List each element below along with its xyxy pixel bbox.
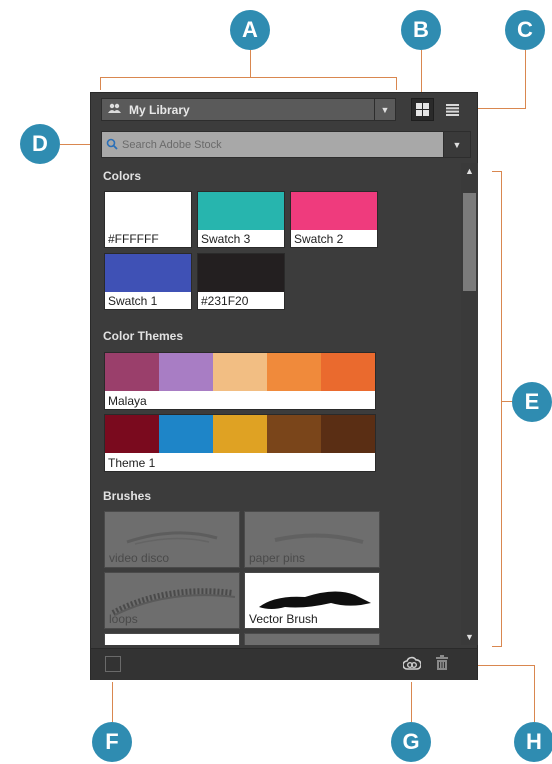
swatch-label: Swatch 2 — [294, 232, 344, 246]
search-field[interactable]: ▼ — [101, 131, 471, 158]
swatch-label: Swatch 1 — [108, 294, 158, 308]
color-theme[interactable]: Malaya — [104, 352, 376, 410]
theme-color-chip — [159, 415, 213, 453]
trash-icon[interactable] — [435, 655, 449, 671]
theme-color-chip — [321, 353, 375, 391]
color-swatch[interactable]: Swatch 3 — [197, 191, 285, 248]
callout-f: F — [92, 722, 132, 762]
callout-line-c-vertical — [525, 50, 526, 108]
grid-view-button[interactable] — [411, 98, 434, 121]
triangle-up-icon[interactable]: ▲ — [461, 163, 478, 179]
callout-line-a-left — [100, 77, 101, 90]
callout-line-h-vertical — [534, 665, 535, 722]
search-dropdown-button[interactable]: ▼ — [443, 132, 470, 157]
callout-line-e-vertical — [501, 171, 502, 647]
callout-g: G — [391, 722, 431, 762]
search-input[interactable] — [120, 135, 444, 155]
callout-c: C — [505, 10, 545, 50]
callout-a: A — [230, 10, 270, 50]
swatch-color-chip — [105, 254, 191, 292]
search-icon — [106, 138, 118, 150]
theme-color-chip — [105, 415, 159, 453]
theme-color-chip — [213, 415, 267, 453]
swatch-color-chip — [291, 192, 377, 230]
people-icon — [108, 103, 121, 116]
color-swatch[interactable]: Swatch 1 — [104, 253, 192, 310]
callout-line-g — [411, 682, 412, 722]
theme-color-strip — [105, 415, 375, 453]
brush-item-partial[interactable] — [244, 633, 380, 645]
callout-line-f — [112, 682, 113, 722]
panel-footer — [91, 648, 477, 680]
callout-line-a-right — [396, 77, 397, 90]
brush-item[interactable]: video disco — [104, 511, 240, 568]
theme-color-chip — [213, 353, 267, 391]
brush-item[interactable]: loops — [104, 572, 240, 629]
section-title-color-themes: Color Themes — [103, 329, 184, 343]
brush-label: paper pins — [249, 551, 306, 565]
callout-b: B — [401, 10, 441, 50]
library-name: My Library — [129, 102, 190, 117]
chevron-down-icon: ▼ — [452, 139, 462, 150]
color-theme[interactable]: Theme 1 — [104, 414, 376, 472]
brush-item[interactable]: Vector Brush — [244, 572, 380, 629]
callout-d: D — [20, 124, 60, 164]
swatch-color-chip — [105, 192, 191, 230]
callout-line-a-stem — [250, 50, 251, 78]
content-scrollbar[interactable]: ▲ ▼ — [461, 163, 478, 645]
callout-line-e-bottom — [492, 646, 502, 647]
brush-item-partial[interactable] — [104, 633, 240, 645]
color-swatch[interactable]: #FFFFFF — [104, 191, 192, 248]
callout-line-b — [421, 50, 422, 96]
brush-label: Vector Brush — [249, 612, 318, 626]
callout-line-a-horizontal — [100, 77, 397, 78]
grid-view-icon — [416, 103, 429, 116]
creative-cloud-icon[interactable] — [403, 656, 421, 672]
theme-label: Theme 1 — [108, 456, 156, 470]
theme-color-chip — [159, 353, 213, 391]
theme-color-chip — [267, 415, 321, 453]
color-swatch[interactable]: #231F20 — [197, 253, 285, 310]
library-dropdown[interactable]: My Library ▼ — [101, 98, 396, 121]
swatch-label: Swatch 3 — [201, 232, 251, 246]
swatch-label: #FFFFFF — [108, 232, 159, 246]
list-view-icon — [446, 103, 459, 116]
theme-color-chip — [105, 353, 159, 391]
brush-label: video disco — [109, 551, 170, 565]
scroll-thumb[interactable] — [463, 193, 476, 291]
brush-label: loops — [109, 612, 138, 626]
swatch-label: #231F20 — [201, 294, 249, 308]
color-swatch[interactable]: Swatch 2 — [290, 191, 378, 248]
callout-e: E — [512, 382, 552, 422]
theme-color-chip — [267, 353, 321, 391]
chevron-down-icon[interactable]: ▼ — [374, 99, 395, 120]
theme-label: Malaya — [108, 394, 147, 408]
list-view-button[interactable] — [441, 98, 464, 121]
libraries-panel: My Library ▼ ▼ Colors #FFFFFF — [90, 92, 478, 680]
swatch-color-chip — [198, 254, 284, 292]
theme-color-strip — [105, 353, 375, 391]
section-title-colors: Colors — [103, 169, 142, 183]
library-content: Colors #FFFFFF Swatch 3 Swatch 2 Swatch … — [91, 163, 459, 645]
section-title-brushes: Brushes — [103, 489, 152, 503]
triangle-down-icon[interactable]: ▼ — [461, 629, 478, 645]
callout-h: H — [514, 722, 552, 762]
swatch-color-chip — [198, 192, 284, 230]
brush-item[interactable]: paper pins — [244, 511, 380, 568]
add-content-button[interactable] — [105, 656, 121, 672]
theme-color-chip — [321, 415, 375, 453]
